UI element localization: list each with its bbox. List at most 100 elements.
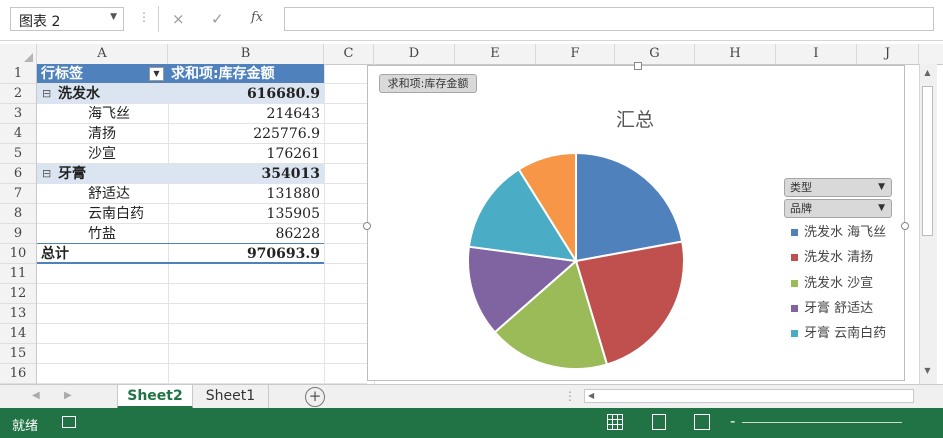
tab-sheet2[interactable]: Sheet2 xyxy=(117,385,193,409)
scroll-down-icon[interactable]: ▼ xyxy=(922,366,933,380)
chart-value-field-button[interactable]: 求和项:库存金额 xyxy=(379,74,477,93)
pivot-item-label[interactable]: 沙宣 xyxy=(88,144,116,164)
pivot-group-label[interactable]: 牙膏 xyxy=(58,164,86,184)
row-header[interactable]: 6 xyxy=(0,164,36,184)
column-header-i[interactable]: I xyxy=(776,44,857,64)
scroll-thumb[interactable] xyxy=(922,86,933,236)
resize-handle[interactable] xyxy=(634,62,642,70)
add-sheet-icon[interactable]: + xyxy=(305,387,325,407)
column-header-d[interactable]: D xyxy=(374,44,455,64)
row-header[interactable]: 2 xyxy=(0,84,36,104)
row-header[interactable]: 5 xyxy=(0,144,36,164)
split-handle-icon[interactable]: ⋮ xyxy=(564,389,576,403)
filter-type-label: 类型 xyxy=(790,181,812,194)
pivot-item-label[interactable]: 海飞丝 xyxy=(88,104,130,124)
column-header-e[interactable]: E xyxy=(455,44,536,64)
macro-record-icon[interactable] xyxy=(62,416,76,428)
pie-chart-plot[interactable] xyxy=(460,145,692,377)
row-header[interactable]: 7 xyxy=(0,184,36,204)
chart-title[interactable]: 汇总 xyxy=(560,105,710,132)
row-header[interactable]: 12 xyxy=(0,284,36,304)
column-header-f[interactable]: F xyxy=(536,44,615,64)
chevron-down-icon[interactable]: ▼ xyxy=(110,12,117,22)
scroll-up-icon[interactable]: ▲ xyxy=(922,68,933,82)
status-ready: 就绪 xyxy=(12,419,39,434)
row-header[interactable]: 3 xyxy=(0,104,36,124)
pivot-item-label[interactable]: 竹盐 xyxy=(88,224,116,244)
column-headers: A B C D E F G H I J xyxy=(0,44,943,65)
filter-dropdown-icon[interactable]: ▼ xyxy=(149,67,164,81)
legend-swatch xyxy=(791,229,798,236)
column-header-j[interactable]: J xyxy=(857,44,919,64)
pivot-grand-total[interactable]: 970693.9 xyxy=(168,244,320,264)
column-header-h[interactable]: H xyxy=(695,44,776,64)
chart-filter-type-button[interactable]: 类型 ▼ xyxy=(784,178,892,197)
select-all-corner[interactable] xyxy=(0,44,37,64)
tab-sheet1[interactable]: Sheet1 xyxy=(193,385,269,409)
legend-item[interactable]: 洗发水 海飞丝 xyxy=(791,221,886,240)
collapse-icon[interactable]: ⊟ xyxy=(42,84,51,104)
insert-function-icon[interactable]: fx xyxy=(251,10,263,25)
formula-input[interactable] xyxy=(284,7,934,31)
cancel-icon[interactable]: × xyxy=(172,10,185,28)
grid-line xyxy=(37,323,367,324)
page-layout-view-icon[interactable] xyxy=(652,414,666,430)
grid-line xyxy=(324,64,325,384)
vertical-scrollbar[interactable]: ▲ ▼ xyxy=(919,64,937,384)
name-box[interactable]: 图表 2 ▼ xyxy=(10,7,124,31)
row-headers: 1 2 3 4 5 6 7 8 9 10 11 12 13 14 15 16 xyxy=(0,64,37,384)
more-options-icon[interactable]: ⋮ xyxy=(138,10,150,24)
collapse-icon[interactable]: ⊟ xyxy=(42,164,51,184)
zoom-out-button[interactable]: - xyxy=(730,412,735,430)
pivot-item-label[interactable]: 舒适达 xyxy=(88,184,130,204)
column-header-a[interactable]: A xyxy=(37,44,168,64)
row-header[interactable]: 8 xyxy=(0,204,36,224)
resize-handle[interactable] xyxy=(363,222,371,230)
column-header-b[interactable]: B xyxy=(168,44,324,64)
pivot-group-label[interactable]: 洗发水 xyxy=(58,84,100,104)
column-header-g[interactable]: G xyxy=(615,44,695,64)
row-header[interactable]: 4 xyxy=(0,124,36,144)
pivot-group-total[interactable]: 354013 xyxy=(168,164,320,184)
row-header[interactable]: 1 xyxy=(0,64,36,84)
pivot-item-value[interactable]: 214643 xyxy=(168,104,320,124)
pivot-row-label-header[interactable]: 行标签 xyxy=(41,64,83,84)
legend-label: 牙膏 云南白药 xyxy=(804,326,887,341)
pivot-grand-total-label[interactable]: 总计 xyxy=(41,244,69,264)
pivot-value-header[interactable]: 求和项:库存金额 xyxy=(171,64,275,84)
row-header[interactable]: 16 xyxy=(0,364,36,384)
page-break-view-icon[interactable] xyxy=(694,414,710,430)
pivot-item-value[interactable]: 225776.9 xyxy=(168,124,320,144)
legend-swatch xyxy=(791,280,798,287)
pivot-group-total[interactable]: 616680.9 xyxy=(168,84,320,104)
pivot-item-value[interactable]: 176261 xyxy=(168,144,320,164)
zoom-slider[interactable] xyxy=(742,422,902,423)
pivot-item-label[interactable]: 清扬 xyxy=(88,124,116,144)
prev-sheet-icon[interactable]: ◀ xyxy=(32,390,40,401)
legend-item[interactable]: 洗发水 清扬 xyxy=(791,246,873,265)
chart-filter-brand-button[interactable]: 品牌 ▼ xyxy=(784,199,892,218)
pivot-item-label[interactable]: 云南白药 xyxy=(88,204,144,224)
grid-line xyxy=(37,283,367,284)
normal-view-icon[interactable] xyxy=(607,414,623,430)
legend-item[interactable]: 牙膏 舒适达 xyxy=(791,297,873,316)
enter-icon[interactable]: ✓ xyxy=(211,10,224,28)
horizontal-scrollbar[interactable]: ◀ xyxy=(584,389,914,403)
row-header[interactable]: 13 xyxy=(0,304,36,324)
scroll-left-icon[interactable]: ◀ xyxy=(588,391,594,400)
row-header[interactable]: 14 xyxy=(0,324,36,344)
chevron-down-icon: ▼ xyxy=(878,182,885,192)
row-header[interactable]: 10 xyxy=(0,244,36,264)
pivot-item-value[interactable]: 131880 xyxy=(168,184,320,204)
resize-handle[interactable] xyxy=(901,222,909,230)
next-sheet-icon[interactable]: ▶ xyxy=(64,390,72,401)
pivot-item-value[interactable]: 135905 xyxy=(168,204,320,224)
legend-item[interactable]: 洗发水 沙宣 xyxy=(791,272,873,291)
column-header-c[interactable]: C xyxy=(324,44,374,64)
row-header[interactable]: 15 xyxy=(0,344,36,364)
pivot-item-value[interactable]: 86228 xyxy=(168,224,320,244)
row-header[interactable]: 9 xyxy=(0,224,36,244)
separator xyxy=(158,6,159,32)
row-header[interactable]: 11 xyxy=(0,264,36,284)
legend-item[interactable]: 牙膏 云南白药 xyxy=(791,322,887,341)
